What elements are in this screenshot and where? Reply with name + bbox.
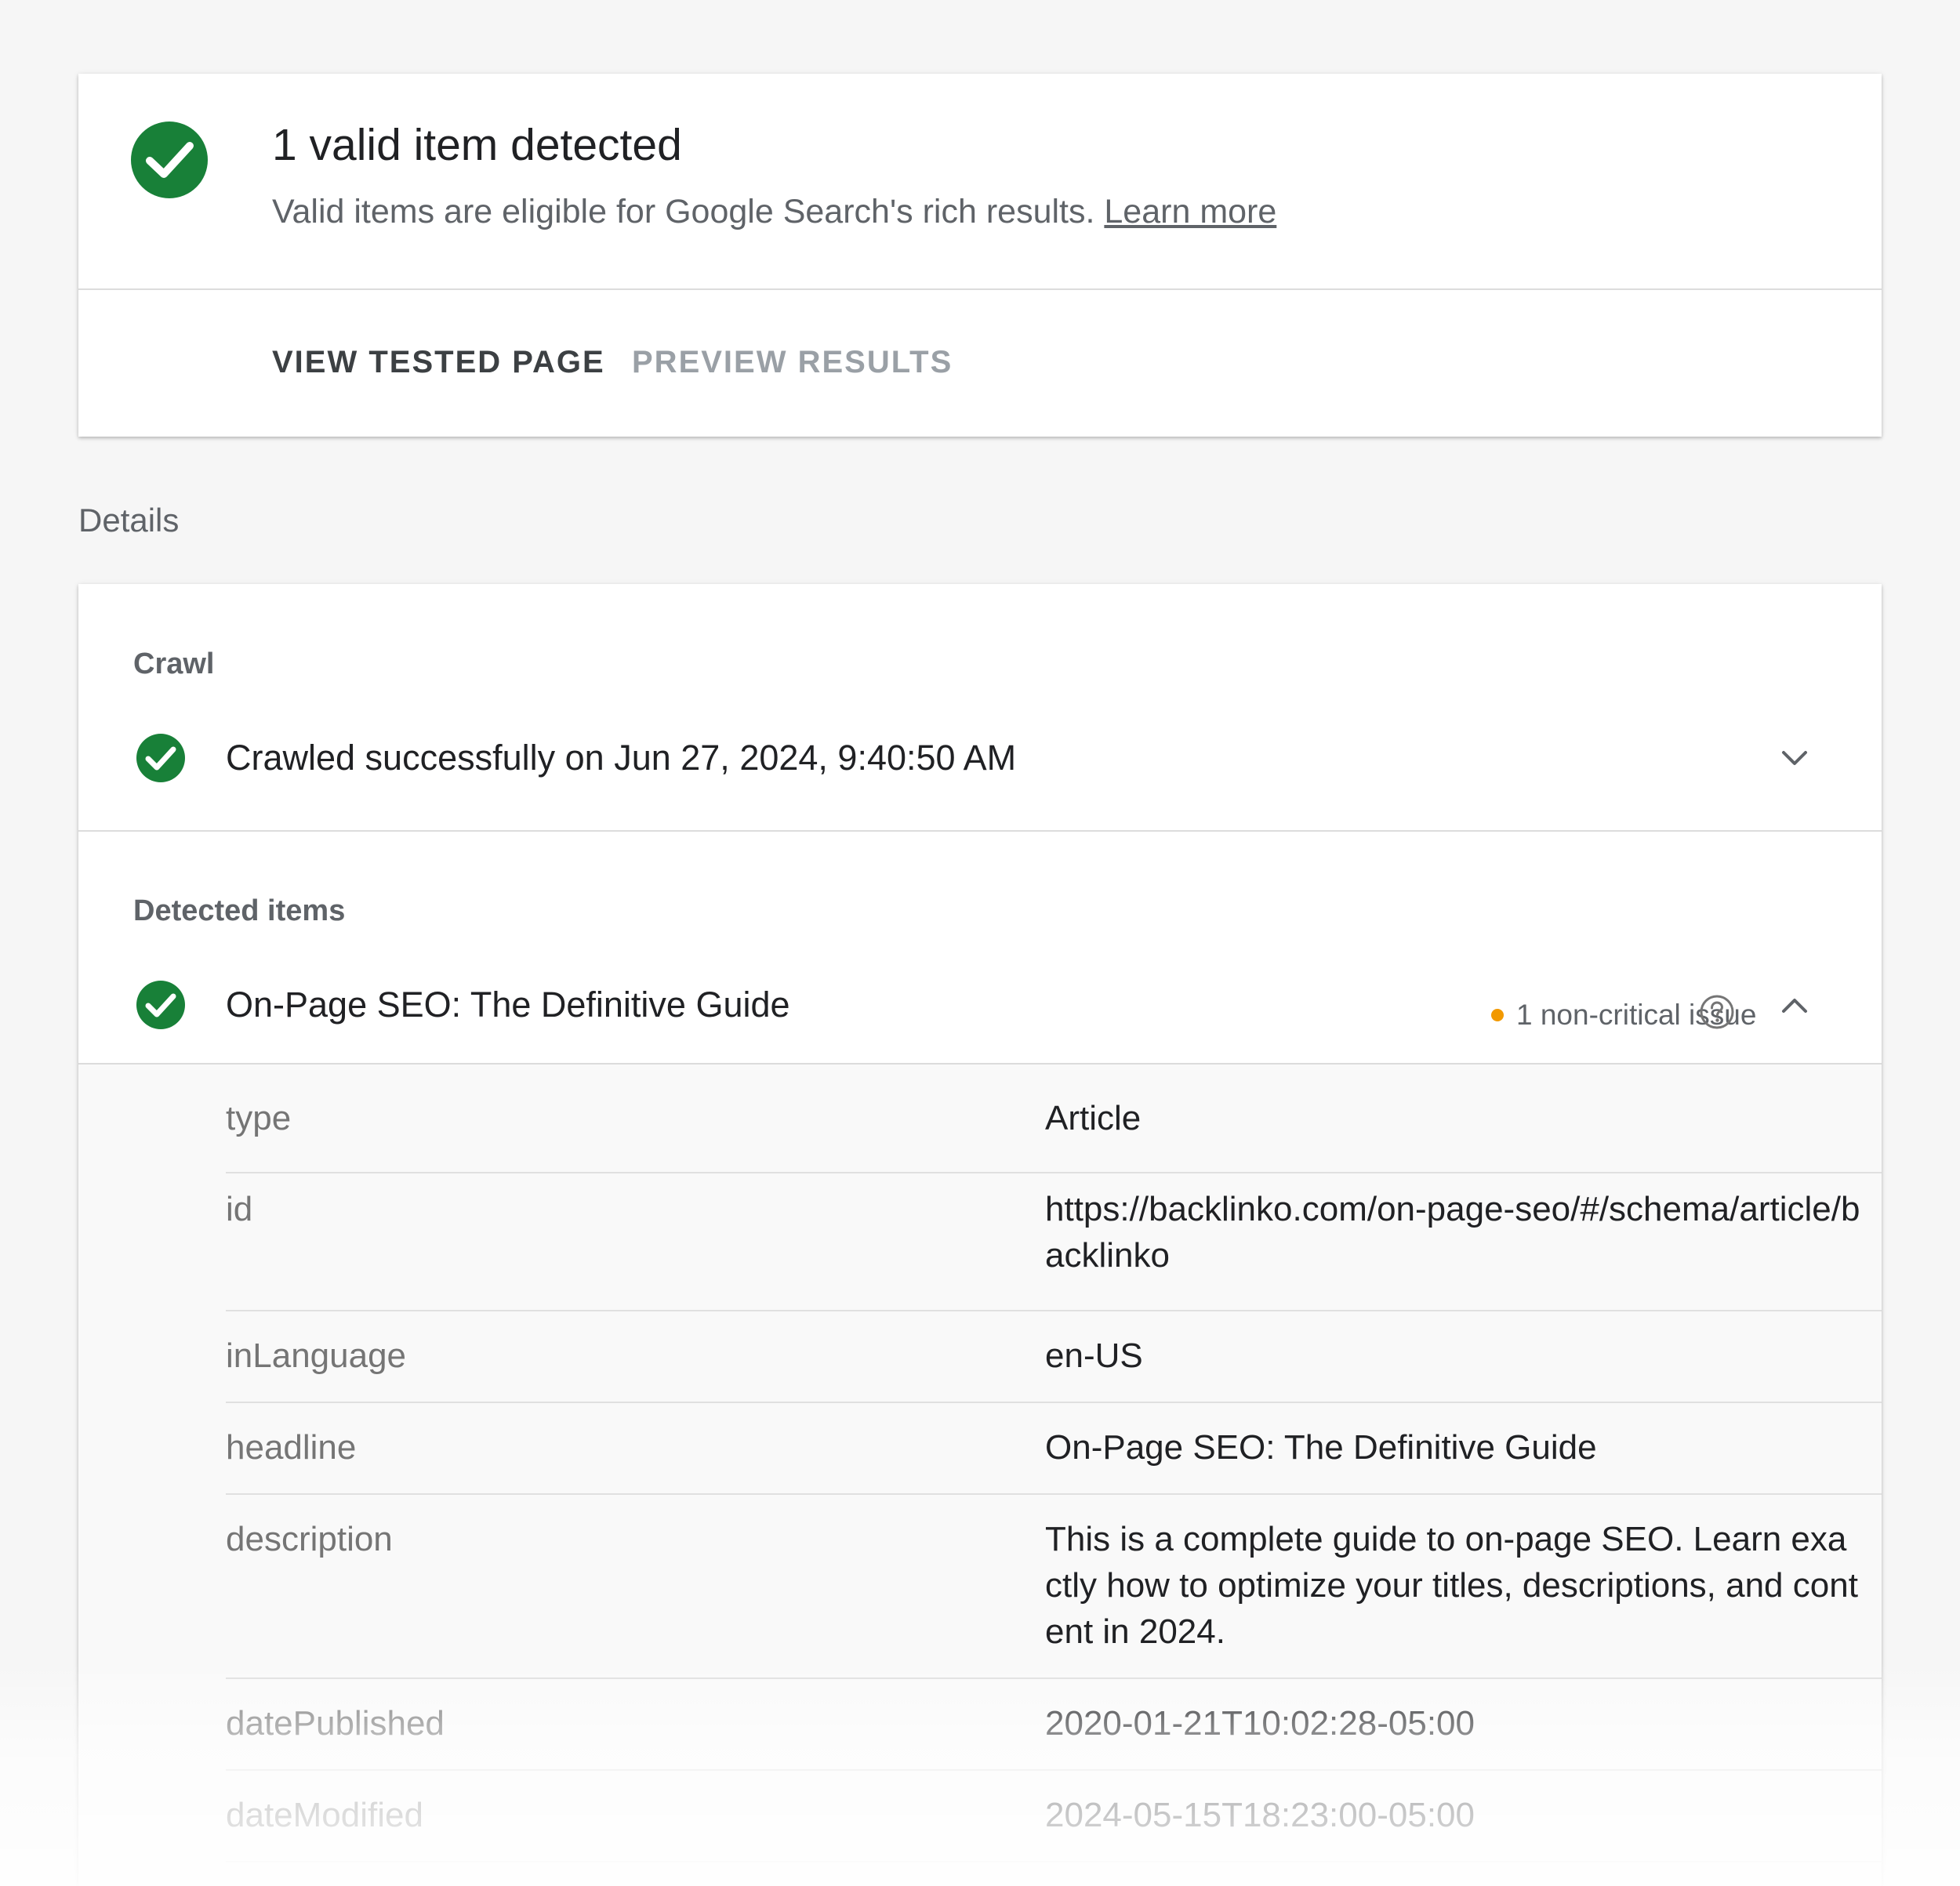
property-key: datePublished bbox=[226, 1704, 445, 1743]
summary-title: 1 valid item detected bbox=[272, 120, 682, 170]
property-key: headline bbox=[226, 1428, 357, 1467]
preview-results-button[interactable]: PREVIEW RESULTS bbox=[632, 337, 953, 387]
table-row: type Article bbox=[226, 1065, 1882, 1173]
property-value: 2020-01-21T10:02:28-05:00 bbox=[1045, 1704, 1475, 1743]
issue-dot-icon bbox=[1491, 1009, 1504, 1021]
details-heading: Details bbox=[78, 502, 180, 539]
summary-actions: VIEW TESTED PAGE PREVIEW RESULTS bbox=[78, 290, 1882, 437]
property-value: 2024-05-15T18:23:00-05:00 bbox=[1045, 1796, 1475, 1834]
table-row: description This is a complete guide to … bbox=[226, 1495, 1882, 1679]
item-valid-icon bbox=[136, 981, 185, 1029]
summary-subtitle-text: Valid items are eligible for Google Sear… bbox=[272, 193, 1095, 230]
view-tested-page-button[interactable]: VIEW TESTED PAGE bbox=[272, 337, 605, 387]
summary-header: 1 valid item detected Valid items are el… bbox=[78, 74, 1882, 290]
learn-more-link[interactable]: Learn more bbox=[1104, 193, 1276, 230]
property-key: id bbox=[226, 1190, 253, 1228]
chevron-down-icon[interactable] bbox=[1776, 739, 1813, 777]
property-value: On-Page SEO: The Definitive Guide bbox=[1045, 1428, 1597, 1467]
table-row: headline On-Page SEO: The Definitive Gui… bbox=[226, 1403, 1882, 1495]
table-row: datePublished 2020-01-21T10:02:28-05:00 bbox=[226, 1679, 1882, 1771]
table-row: id https://backlinko.com/on-page-seo/#/s… bbox=[226, 1173, 1882, 1311]
help-icon[interactable] bbox=[1693, 988, 1740, 1035]
property-value: This is a complete guide to on-page SEO.… bbox=[1045, 1520, 1858, 1651]
property-key: dateModified bbox=[226, 1796, 423, 1834]
section-divider bbox=[78, 830, 1882, 832]
table-row: dateModified 2024-05-15T18:23:00-05:00 bbox=[226, 1771, 1882, 1862]
summary-subtitle: Valid items are eligible for Google Sear… bbox=[272, 190, 1276, 234]
property-value: Article bbox=[1045, 1099, 1142, 1137]
property-key: description bbox=[226, 1520, 393, 1558]
detected-items-section-label: Detected items bbox=[133, 894, 346, 927]
crawl-status-text: Crawled successfully on Jun 27, 2024, 9:… bbox=[226, 738, 1017, 778]
check-circle-icon bbox=[131, 122, 208, 198]
property-value: https://backlinko.com/on-page-seo/#/sche… bbox=[1045, 1190, 1860, 1275]
detected-item-title[interactable]: On-Page SEO: The Definitive Guide bbox=[226, 981, 790, 1028]
property-key: inLanguage bbox=[226, 1337, 407, 1375]
item-properties-table: type Article id https://backlinko.com/on… bbox=[78, 1065, 1882, 1886]
crawl-success-icon bbox=[136, 734, 185, 782]
property-key: type bbox=[226, 1099, 292, 1137]
summary-card: 1 valid item detected Valid items are el… bbox=[78, 74, 1882, 437]
details-card: Crawl Crawled successfully on Jun 27, 20… bbox=[78, 584, 1882, 1886]
crawl-section-label: Crawl bbox=[133, 647, 215, 680]
chevron-up-icon[interactable] bbox=[1776, 987, 1813, 1025]
property-value: en-US bbox=[1045, 1337, 1143, 1375]
table-row: inLanguage en-US bbox=[226, 1311, 1882, 1403]
